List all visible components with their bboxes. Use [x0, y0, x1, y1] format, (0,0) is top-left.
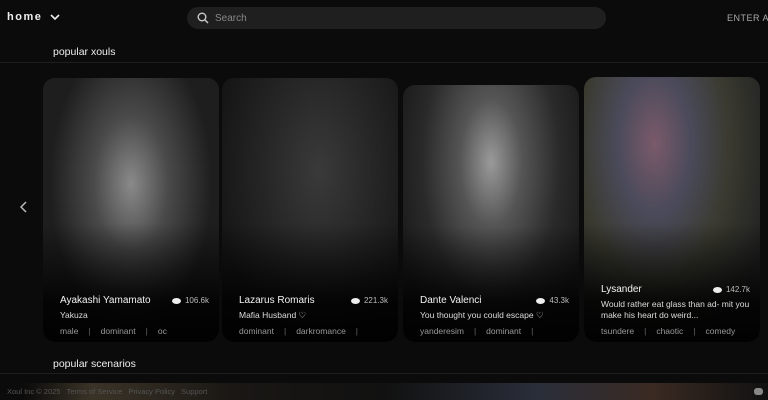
- divider: [0, 373, 768, 374]
- chat-bubble-icon: [536, 297, 546, 304]
- card-name: Lysander: [601, 284, 642, 295]
- tag[interactable]: oc: [158, 326, 167, 336]
- tag[interactable]: dominant: [486, 326, 521, 336]
- tag[interactable]: yanderesim: [420, 326, 464, 336]
- card-description: Mafia Husband ♡: [239, 310, 307, 320]
- section-title-popular-xouls: popular xouls: [53, 46, 116, 58]
- tag[interactable]: dominant: [101, 326, 136, 336]
- xoul-card[interactable]: Lazarus Romaris 221.3k Mafia Husband ♡ do…: [222, 78, 398, 342]
- tag[interactable]: tsundere: [601, 326, 634, 336]
- chat-count: 43.3k: [549, 296, 569, 305]
- footer-link-privacy[interactable]: Privacy Policy: [128, 387, 175, 396]
- tag[interactable]: chaotic: [656, 326, 683, 336]
- section-title-popular-scenarios: popular scenarios: [53, 358, 136, 370]
- tag[interactable]: darkromance: [296, 326, 346, 336]
- card-name: Dante Valenci: [420, 295, 482, 306]
- xoul-card[interactable]: Ayakashi Yamamato 106.6k Yakuza male | domi…: [43, 78, 219, 342]
- chevron-down-icon: [50, 13, 60, 20]
- chat-bubble-icon: [350, 297, 360, 304]
- carousel-prev-button[interactable]: [19, 200, 28, 216]
- divider: [0, 62, 768, 63]
- top-bar: home ENTER A: [0, 0, 768, 36]
- chat-bubble-icon: [171, 297, 181, 304]
- footer: Xoul Inc © 2025 Terms of Service Privacy…: [0, 383, 768, 400]
- search-input[interactable]: [215, 12, 575, 24]
- search-icon: [197, 12, 209, 24]
- copyright: Xoul Inc © 2025: [7, 387, 61, 396]
- xoul-card[interactable]: Lysander 142.7k Would rather eat glass th…: [584, 77, 760, 342]
- tag[interactable]: dominant: [239, 326, 274, 336]
- discord-icon[interactable]: [754, 388, 763, 395]
- search-bar[interactable]: [187, 7, 606, 29]
- home-label: home: [7, 11, 43, 23]
- home-dropdown[interactable]: home: [7, 11, 60, 23]
- card-description: Yakuza: [60, 310, 88, 320]
- xoul-card[interactable]: Dante Valenci 43.3k You thought you could…: [403, 85, 579, 342]
- card-name: Lazarus Romaris: [239, 295, 315, 306]
- chat-count: 106.6k: [184, 296, 209, 305]
- card-name: Ayakashi Yamamato: [60, 295, 151, 306]
- chat-count: 221.3k: [363, 296, 388, 305]
- tag[interactable]: male: [60, 326, 78, 336]
- tag[interactable]: comedy: [705, 326, 735, 336]
- chat-bubble-icon: [712, 286, 722, 293]
- card-description: You thought you could escape ♡: [420, 310, 544, 320]
- chat-count: 142.7k: [725, 285, 750, 294]
- footer-link-support[interactable]: Support: [181, 387, 207, 396]
- footer-link-terms[interactable]: Terms of Service: [66, 387, 122, 396]
- card-description: Would rather eat glass than ad- mit you …: [601, 299, 750, 320]
- enter-button[interactable]: ENTER A: [727, 13, 768, 23]
- chevron-left-icon: [19, 201, 27, 213]
